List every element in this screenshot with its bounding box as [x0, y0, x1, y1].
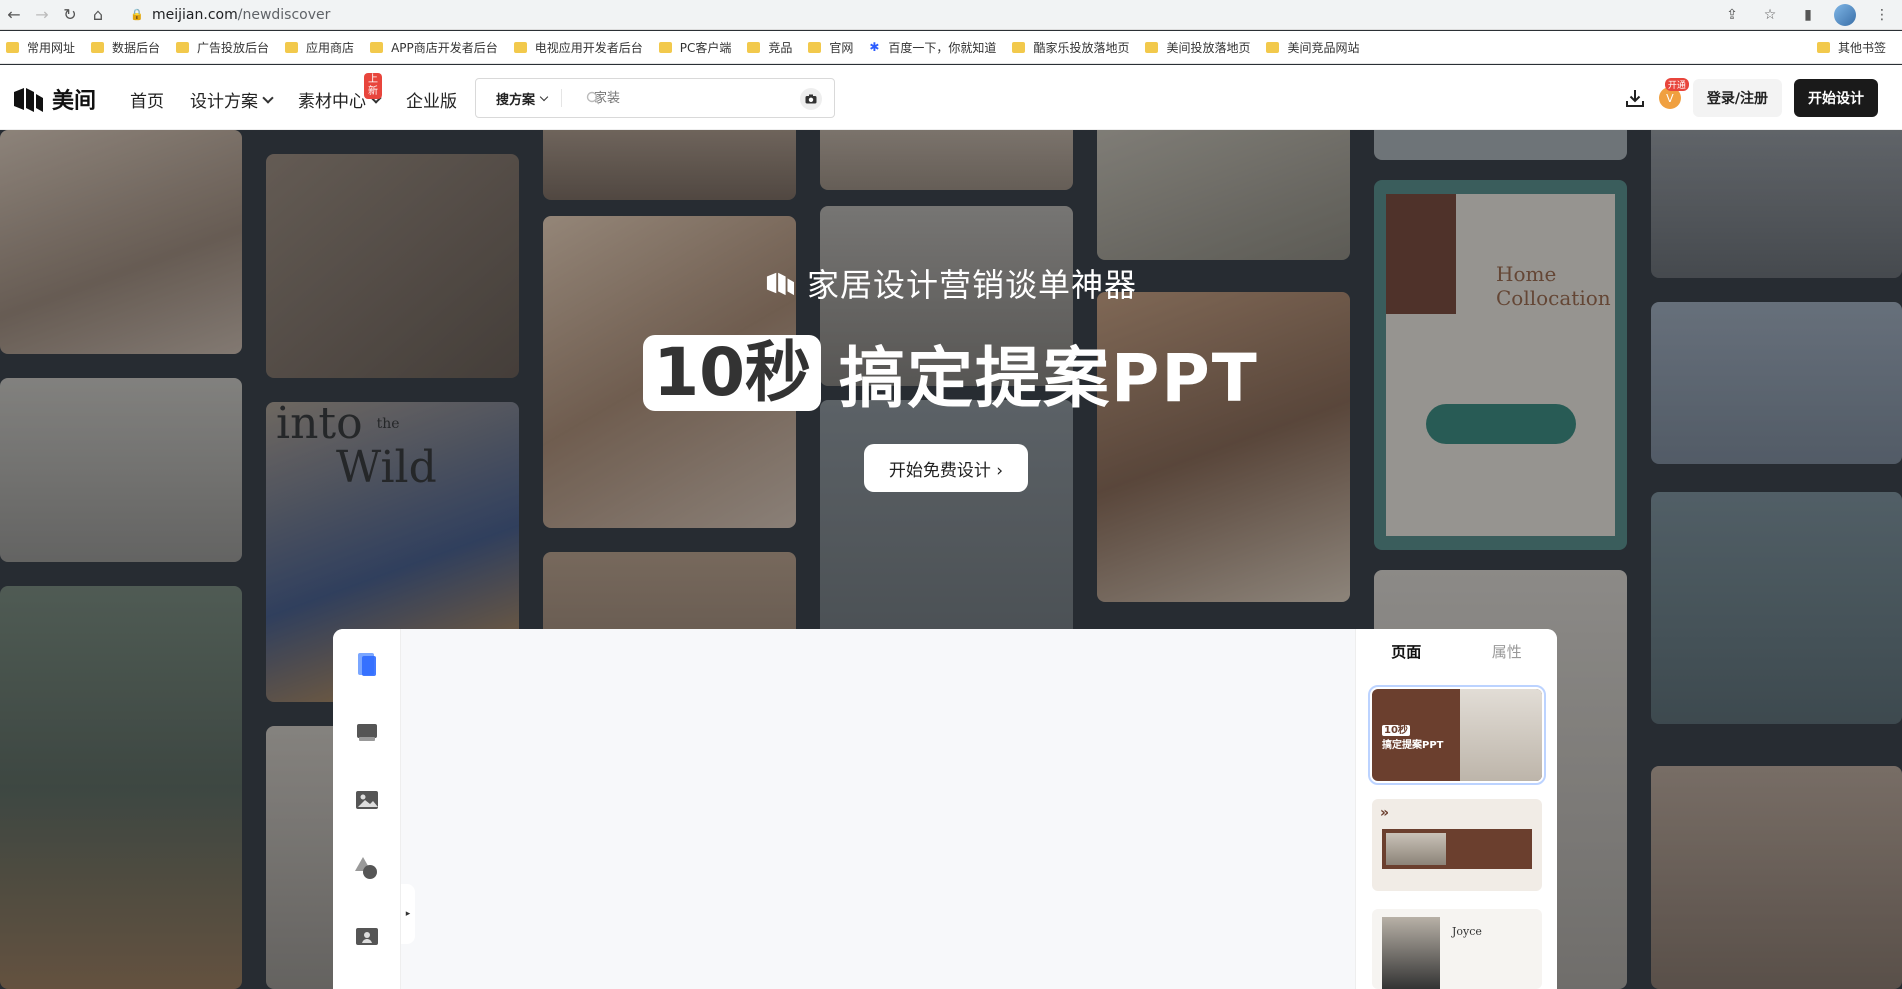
menu-home[interactable]: 首页: [130, 87, 164, 112]
bookmark-item[interactable]: 数据后台: [91, 39, 160, 56]
thumb-name: Joyce: [1452, 925, 1482, 938]
vip-badge[interactable]: V 开通: [1658, 78, 1689, 109]
login-register-button[interactable]: 登录/注册: [1692, 79, 1782, 117]
main-menu: 首页 设计方案 素材中心 上新 企业版: [130, 73, 457, 112]
other-bookmarks[interactable]: 其他书签: [1816, 39, 1886, 56]
editor-preview: ▸ 页面 属性 10秒 搞定提案PPT » Joyce: [333, 629, 1557, 989]
bookmark-item[interactable]: 美间竞品网站: [1266, 39, 1359, 56]
folder-icon: [513, 41, 527, 53]
bookmark-item[interactable]: 竞品: [747, 39, 792, 56]
folder-icon: [1145, 41, 1159, 53]
menu-design-plans[interactable]: 设计方案: [190, 87, 274, 112]
search-type-select[interactable]: 搜方案: [476, 89, 563, 108]
forward-icon[interactable]: →: [28, 1, 56, 29]
meijian-logo-icon: [766, 272, 794, 296]
share-icon[interactable]: ⇪: [1720, 3, 1744, 27]
folder-icon: [1266, 41, 1280, 53]
star-icon[interactable]: ☆: [1758, 3, 1782, 27]
bookmarks-bar: 常用网址 数据后台 广告投放后台 应用商店 APP商店开发者后台 电视应用开发者…: [0, 31, 1902, 64]
collapse-toggle[interactable]: ▸: [401, 884, 415, 944]
browser-toolbar: ← → ↻ ⌂ 🔒 meijian.com/newdiscover ⇪ ☆ ▮ …: [0, 0, 1902, 30]
address-bar[interactable]: 🔒 meijian.com/newdiscover: [130, 4, 1780, 26]
tab-page[interactable]: 页面: [1356, 641, 1457, 662]
hero-title: 10秒 搞定提案PPT: [0, 325, 1902, 421]
search-input[interactable]: [562, 79, 834, 117]
new-badge: 上新: [364, 73, 382, 99]
url-host: meijian.com: [152, 7, 238, 23]
menu-materials[interactable]: 素材中心 上新: [298, 73, 382, 112]
bookmark-item[interactable]: ✱ 百度一下，你就知道: [869, 39, 996, 56]
folder-icon: [808, 41, 822, 53]
chevron-down-icon: [539, 92, 549, 101]
back-icon[interactable]: ←: [0, 1, 28, 29]
image-icon[interactable]: [352, 785, 382, 815]
search-icon: [586, 91, 600, 105]
folder-icon: [1816, 42, 1830, 53]
site-logo[interactable]: 美间: [12, 83, 96, 115]
template-icon[interactable]: [352, 649, 382, 679]
camera-search-icon[interactable]: [800, 88, 822, 110]
bookmark-item[interactable]: 应用商店: [285, 39, 354, 56]
bookmark-item[interactable]: 酷家乐投放落地页: [1012, 39, 1129, 56]
thumb-title-text: 搞定提案PPT: [1382, 740, 1444, 751]
url-path: /newdiscover: [237, 7, 331, 23]
menu-enterprise[interactable]: 企业版: [406, 87, 457, 112]
download-icon[interactable]: [1623, 86, 1647, 110]
page-thumbnail[interactable]: 10秒 搞定提案PPT: [1368, 685, 1546, 785]
thumb-title-pill: 10秒: [1382, 725, 1410, 736]
bookmark-item[interactable]: 常用网址: [6, 39, 75, 56]
reload-icon[interactable]: ↻: [56, 1, 84, 29]
hero-subtitle: 家居设计营销谈单神器: [0, 260, 1902, 306]
bookmark-item[interactable]: 美间投放落地页: [1145, 39, 1250, 56]
hero-title-pill: 10秒: [643, 335, 822, 411]
shapes-icon[interactable]: [352, 853, 382, 883]
page-thumbnail[interactable]: »: [1372, 799, 1542, 891]
site-header: 美间 首页 设计方案 素材中心上新 企业版 搜方案 V开通 登录/注册 开始设计: [0, 65, 1902, 130]
bookmark-item[interactable]: 电视应用开发者后台: [513, 39, 643, 56]
folder-icon: [285, 41, 299, 53]
chevron-right-icon: »: [1380, 805, 1390, 821]
editor-toolbar: [333, 629, 401, 989]
folder-icon: [370, 41, 384, 53]
bookmark-item[interactable]: 官网: [808, 39, 853, 56]
folder-icon: [6, 41, 19, 53]
my-assets-icon[interactable]: [352, 921, 382, 951]
folder-icon: [658, 41, 672, 53]
page-thumbnail[interactable]: Joyce: [1372, 909, 1542, 989]
editor-side-panel: 页面 属性 10秒 搞定提案PPT » Joyce: [1355, 629, 1557, 989]
hero-title-text: 搞定提案PPT: [839, 340, 1259, 417]
menu-icon[interactable]: ⋮: [1870, 3, 1894, 27]
folder-icon: [747, 41, 761, 53]
folder-icon: [176, 41, 190, 53]
sidepanel-icon[interactable]: ▮: [1796, 3, 1820, 27]
bookmark-item[interactable]: APP商店开发者后台: [370, 39, 498, 56]
start-free-design-button[interactable]: 开始免费设计 ›: [864, 444, 1028, 492]
search-box: 搜方案: [475, 78, 835, 118]
tab-attributes[interactable]: 属性: [1457, 641, 1558, 662]
folder-icon: [91, 41, 105, 53]
lock-icon: 🔒: [130, 8, 144, 21]
logo-text: 美间: [52, 89, 97, 114]
start-design-button[interactable]: 开始设计: [1794, 79, 1878, 117]
bookmark-item[interactable]: PC客户端: [658, 39, 731, 56]
meijian-logo-icon: [14, 88, 43, 112]
chevron-down-icon: [262, 91, 274, 104]
home-icon[interactable]: ⌂: [84, 1, 112, 29]
vip-open-tag: 开通: [1664, 78, 1689, 91]
text-icon[interactable]: [352, 717, 382, 747]
profile-avatar[interactable]: [1834, 4, 1856, 26]
bookmark-item[interactable]: 广告投放后台: [176, 39, 269, 56]
folder-icon: [1012, 41, 1026, 53]
baidu-paw-icon: ✱: [869, 39, 880, 54]
